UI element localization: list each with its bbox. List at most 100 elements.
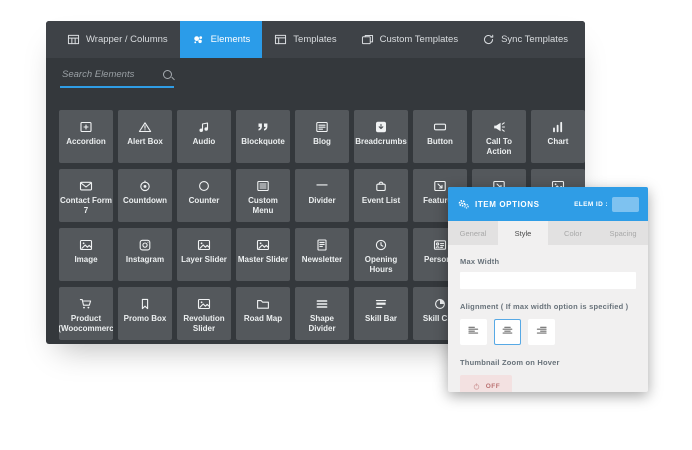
item-options-panel: ITEM OPTIONS ELEM ID : General Style Color…: [448, 187, 648, 392]
page: Wrapper / Columns Elements Templates Custom…: [0, 0, 692, 450]
element-tile[interactable]: Product (Woocommerc: [59, 287, 113, 340]
element-tile-label: Blog: [312, 137, 332, 147]
element-tile-label: Master Slider: [237, 255, 289, 265]
quote-icon: [256, 120, 270, 133]
element-tile-label: Call To Action: [472, 137, 526, 158]
search-input[interactable]: [60, 68, 163, 81]
element-tile-label: Layer Slider: [180, 255, 228, 265]
element-tile-label: Road Map: [243, 314, 283, 324]
item-options-body: Max Width Alignment ( If max width optio…: [448, 245, 648, 392]
element-tile[interactable]: Opening Hours: [354, 228, 408, 281]
tab-custom-templates[interactable]: Custom Templates: [349, 21, 471, 58]
item-options-header: ITEM OPTIONS ELEM ID :: [448, 187, 648, 221]
options-tab-spacing[interactable]: Spacing: [598, 221, 648, 245]
element-tile[interactable]: Accordion: [59, 110, 113, 163]
element-tile[interactable]: Counter: [177, 169, 231, 222]
element-tile[interactable]: Newsletter: [295, 228, 349, 281]
element-tile-label: Revolution Slider: [177, 314, 231, 335]
element-tile-label: Blockquote: [240, 137, 286, 147]
element-tile[interactable]: Master Slider: [236, 228, 290, 281]
search-elements[interactable]: [60, 68, 174, 88]
elements-icon: [192, 34, 205, 45]
sync-icon: [482, 34, 495, 45]
cogs-icon: [457, 198, 470, 210]
options-tab-general[interactable]: General: [448, 221, 498, 245]
search-icon: [163, 70, 172, 79]
options-tab-color[interactable]: Color: [548, 221, 598, 245]
power-icon: [472, 382, 481, 391]
element-tile[interactable]: Call To Action: [472, 110, 526, 163]
element-tile-label: Button: [426, 137, 454, 147]
elem-id-input[interactable]: [612, 197, 639, 212]
image-icon: [79, 238, 93, 251]
alignment-options: [460, 319, 636, 345]
element-tile[interactable]: Revolution Slider: [177, 287, 231, 340]
align-left-icon: [467, 323, 480, 341]
max-width-label: Max Width: [460, 257, 636, 266]
tab-label: Custom Templates: [380, 34, 459, 45]
tab-label: Wrapper / Columns: [86, 34, 168, 45]
element-tile-label: Event List: [361, 196, 401, 206]
element-tile[interactable]: Breadcrumbs: [354, 110, 408, 163]
tab-sync-templates[interactable]: Sync Templates: [470, 21, 580, 58]
clock-icon: [374, 238, 388, 251]
button-icon: [433, 120, 447, 133]
bag-icon: [374, 179, 388, 192]
element-tile[interactable]: Custom Menu: [236, 169, 290, 222]
templates-icon: [274, 34, 287, 45]
tab-wrapper-columns[interactable]: Wrapper / Columns: [55, 21, 180, 58]
element-tile[interactable]: Countdown: [118, 169, 172, 222]
element-tile-label: Skill Bar: [364, 314, 398, 324]
element-tile-label: Audio: [192, 137, 217, 147]
element-tile-label: Newsletter: [301, 255, 343, 265]
element-tile[interactable]: Promo Box: [118, 287, 172, 340]
countdown-icon: [138, 179, 152, 192]
element-tile[interactable]: Road Map: [236, 287, 290, 340]
pie-icon: [433, 297, 447, 310]
element-tile[interactable]: Skill Bar: [354, 287, 408, 340]
tab-templates[interactable]: Templates: [262, 21, 348, 58]
thumbnail-zoom-toggle[interactable]: OFF: [460, 375, 512, 392]
max-width-input[interactable]: [460, 272, 636, 289]
options-tab-style[interactable]: Style: [498, 221, 548, 245]
element-tile-label: Image: [73, 255, 98, 265]
element-tile-label: Counter: [188, 196, 221, 206]
element-tile[interactable]: Audio: [177, 110, 231, 163]
bookmark-icon: [138, 297, 152, 310]
element-tile[interactable]: Image: [59, 228, 113, 281]
element-tile[interactable]: Instagram: [118, 228, 172, 281]
element-tile[interactable]: Contact Form 7: [59, 169, 113, 222]
item-options-title: ITEM OPTIONS: [475, 200, 540, 209]
element-tile[interactable]: Blockquote: [236, 110, 290, 163]
element-tile-label: Product (Woocommerc: [59, 314, 113, 335]
element-row: AccordionAlert Box Audio Blockquote Blog Bre…: [59, 110, 585, 163]
tab-label: Elements: [211, 34, 251, 45]
element-tile-label: Breadcrumbs: [354, 137, 408, 147]
align-center-icon: [501, 323, 514, 341]
align-right-button[interactable]: [528, 319, 555, 345]
megaphone-icon: [492, 120, 506, 133]
element-tile[interactable]: Chart: [531, 110, 585, 163]
breadcrumbs-icon: [374, 120, 388, 133]
element-tile[interactable]: Event List: [354, 169, 408, 222]
align-center-button[interactable]: [494, 319, 521, 345]
blog-icon: [315, 120, 329, 133]
element-tile-label: Chart: [547, 137, 570, 147]
thumbnail-zoom-label: Thumbnail Zoom on Hover: [460, 358, 636, 367]
element-tile[interactable]: Shape Divider: [295, 287, 349, 340]
options-tab-label: General: [460, 229, 487, 238]
accordion-icon: [79, 120, 93, 133]
cart-icon: [79, 297, 93, 310]
element-tile[interactable]: Button: [413, 110, 467, 163]
alignment-label: Alignment ( If max width option is speci…: [460, 302, 636, 311]
options-tab-label: Color: [564, 229, 582, 238]
element-tile[interactable]: Alert Box: [118, 110, 172, 163]
align-left-button[interactable]: [460, 319, 487, 345]
element-tile[interactable]: Layer Slider: [177, 228, 231, 281]
tab-elements[interactable]: Elements: [180, 21, 263, 58]
element-tile-label: Custom Menu: [236, 196, 290, 217]
element-tile[interactable]: Blog: [295, 110, 349, 163]
custom-templates-icon: [361, 34, 374, 45]
element-tile[interactable]: —Divider: [295, 169, 349, 222]
skillbar-icon: [374, 297, 388, 310]
